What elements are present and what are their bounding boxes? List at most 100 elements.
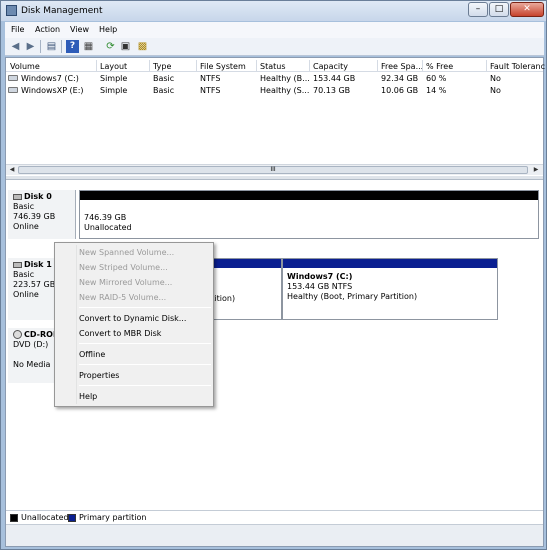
disk-status: Online <box>13 222 39 231</box>
column-type[interactable]: Type <box>153 62 171 71</box>
menu-new-raid5-volume[interactable]: New RAID-5 Volume... <box>79 293 166 302</box>
menu-separator <box>79 385 211 386</box>
unallocated-swatch <box>10 514 18 522</box>
volume-type: Basic <box>153 74 175 83</box>
column-layout[interactable]: Layout <box>100 62 127 71</box>
volume-percent-free: 14 % <box>426 86 447 95</box>
help-icon[interactable]: ? <box>66 40 79 53</box>
properties-icon[interactable]: ▦ <box>82 40 95 53</box>
column-volume[interactable]: Volume <box>10 62 40 71</box>
column-free-space[interactable]: Free Spa... <box>381 62 423 71</box>
column-divider[interactable] <box>377 60 378 72</box>
column-divider[interactable] <box>96 60 97 72</box>
windows7-partition[interactable]: Windows7 (C:) 153.44 GB NTFS Healthy (Bo… <box>282 258 498 320</box>
refresh-icon[interactable]: ⟳ <box>104 40 117 53</box>
menu-separator <box>79 307 211 308</box>
column-fault-tolerance[interactable]: Fault Toleranc <box>490 62 545 71</box>
disk-0-label[interactable]: Disk 0 Basic 746.39 GB Online <box>8 190 76 239</box>
partition-label: Unallocated <box>84 223 132 232</box>
back-arrow-icon[interactable]: ◀ <box>9 40 22 53</box>
menu-view[interactable]: View <box>70 25 89 34</box>
disk-icon <box>13 193 22 200</box>
toolbar: ◀ ▶ ▤ ? ▦ ⟳ ▣ ▩ <box>5 38 544 56</box>
volume-file-system: NTFS <box>200 86 221 95</box>
disk-management-app-icon <box>6 5 17 16</box>
toolbar-separator <box>40 40 41 53</box>
column-file-system[interactable]: File System <box>200 62 246 71</box>
volume-file-system: NTFS <box>200 74 221 83</box>
disk-context-menu: New Spanned Volume... New Striped Volume… <box>54 242 214 407</box>
menu-bar: File Action View Help <box>5 22 544 38</box>
pane-splitter[interactable] <box>6 176 543 180</box>
close-button[interactable]: ✕ <box>510 2 544 17</box>
rescan-icon[interactable]: ▣ <box>119 40 132 53</box>
column-divider[interactable] <box>422 60 423 72</box>
partition-size: 746.39 GB <box>84 213 127 222</box>
menu-new-mirrored-volume[interactable]: New Mirrored Volume... <box>79 278 172 287</box>
menu-help[interactable]: Help <box>79 392 97 401</box>
menu-convert-to-mbr-disk[interactable]: Convert to MBR Disk <box>79 329 161 338</box>
menu-separator <box>79 364 211 365</box>
volume-name: WindowsXP (E:) <box>21 86 84 95</box>
menu-offline[interactable]: Offline <box>79 350 105 359</box>
column-divider[interactable] <box>149 60 150 72</box>
horizontal-scrollbar[interactable]: ◀ III ▶ <box>6 164 543 175</box>
menu-file[interactable]: File <box>11 25 24 34</box>
minimize-button[interactable]: – <box>468 2 488 17</box>
legend: Unallocated Primary partition <box>6 510 543 524</box>
partition-title: Windows7 (C:) <box>287 272 353 281</box>
maximize-button[interactable]: □ <box>489 2 509 17</box>
volume-status: Healthy (B... <box>260 74 310 83</box>
column-divider[interactable] <box>309 60 310 72</box>
window-title: Disk Management <box>21 6 103 16</box>
toolbar-separator <box>61 40 62 53</box>
column-divider[interactable] <box>256 60 257 72</box>
volume-name: Windows7 (C:) <box>21 74 79 83</box>
menu-new-spanned-volume[interactable]: New Spanned Volume... <box>79 248 174 257</box>
drive-icon <box>8 75 18 81</box>
disk-name: Disk 1 <box>24 260 52 269</box>
primary-partition-bar <box>283 259 497 268</box>
menu-help[interactable]: Help <box>99 25 117 34</box>
volume-layout: Simple <box>100 86 128 95</box>
volume-list-header: Volume Layout Type File System Status Ca… <box>6 60 545 72</box>
cd-rom-icon <box>13 330 22 339</box>
column-divider[interactable] <box>486 60 487 72</box>
menu-new-striped-volume[interactable]: New Striped Volume... <box>79 263 168 272</box>
menu-action[interactable]: Action <box>35 25 60 34</box>
volume-fault-tolerance: No <box>490 74 501 83</box>
column-status[interactable]: Status <box>260 62 286 71</box>
volume-status: Healthy (S... <box>260 86 310 95</box>
unallocated-partition[interactable]: 746.39 GB Unallocated <box>79 190 539 239</box>
column-divider[interactable] <box>196 60 197 72</box>
disk-type: Basic <box>13 202 35 211</box>
volume-percent-free: 60 % <box>426 74 447 83</box>
column-percent-free[interactable]: % Free <box>426 62 453 71</box>
menu-convert-to-dynamic-disk[interactable]: Convert to Dynamic Disk... <box>79 314 186 323</box>
status-bar <box>6 524 543 546</box>
disk-name: Disk 0 <box>24 192 52 201</box>
forward-arrow-icon[interactable]: ▶ <box>24 40 37 53</box>
console-tree-icon[interactable]: ▤ <box>45 40 58 53</box>
scroll-left-icon[interactable]: ◀ <box>7 166 17 174</box>
unallocated-bar <box>80 191 538 200</box>
menu-properties[interactable]: Properties <box>79 371 119 380</box>
scrollbar-thumb[interactable]: III <box>18 166 528 174</box>
volume-type: Basic <box>153 86 175 95</box>
menu-gutter <box>76 245 77 404</box>
column-capacity[interactable]: Capacity <box>313 62 348 71</box>
drive-icon <box>8 87 18 93</box>
title-bar[interactable]: Disk Management – □ ✕ <box>1 1 546 21</box>
disk-size: 746.39 GB <box>13 212 56 221</box>
volume-free-space: 92.34 GB <box>381 74 419 83</box>
volume-free-space: 10.06 GB <box>381 86 419 95</box>
volume-fault-tolerance: No <box>490 86 501 95</box>
scroll-right-icon[interactable]: ▶ <box>531 166 541 174</box>
partition-size: 153.44 GB NTFS <box>287 282 353 291</box>
volume-row[interactable]: Windows7 (C:) Simple Basic NTFS Healthy … <box>6 73 543 84</box>
settings-icon[interactable]: ▩ <box>136 40 149 53</box>
volume-capacity: 153.44 GB <box>313 74 356 83</box>
volume-row[interactable]: WindowsXP (E:) Simple Basic NTFS Healthy… <box>6 85 543 96</box>
volume-layout: Simple <box>100 74 128 83</box>
disk-icon <box>13 261 22 268</box>
